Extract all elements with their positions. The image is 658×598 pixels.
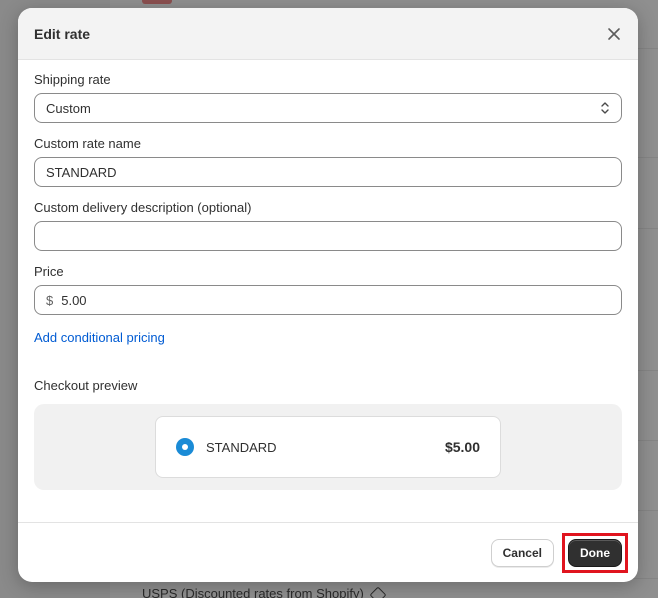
custom-rate-name-value: STANDARD	[46, 164, 117, 180]
done-button[interactable]: Done	[568, 538, 622, 567]
preview-option-price: $5.00	[444, 439, 480, 455]
price-input[interactable]: $ 5.00	[34, 285, 622, 315]
price-value: 5.00	[61, 292, 87, 308]
custom-delivery-description-label: Custom delivery description (optional)	[34, 200, 252, 215]
add-conditional-pricing-link[interactable]: Add conditional pricing	[34, 330, 165, 345]
modal-header: Edit rate	[18, 8, 638, 60]
cancel-button[interactable]: Cancel	[490, 538, 554, 567]
shipping-rate-value: Custom	[46, 100, 91, 116]
shipping-rate-label: Shipping rate	[34, 72, 111, 87]
modal-title: Edit rate	[34, 25, 91, 42]
currency-prefix: $	[46, 292, 54, 308]
custom-rate-name-field: Custom rate name STANDARD	[34, 136, 622, 187]
shipping-rate-field: Shipping rate Custom	[34, 72, 622, 123]
checkout-preview-area: STANDARD $5.00	[34, 404, 622, 490]
close-icon	[608, 27, 620, 40]
background-rate-text: USPS (Discounted rates from Shopify)	[142, 586, 364, 598]
modal-body: Shipping rate Custom Custom rate name ST…	[18, 60, 638, 490]
custom-delivery-description-input[interactable]	[34, 221, 622, 251]
custom-rate-name-input[interactable]: STANDARD	[34, 157, 622, 187]
done-button-highlight: Done	[562, 532, 628, 573]
checkout-preview-card: STANDARD $5.00	[155, 416, 501, 478]
preview-option-name: STANDARD	[206, 439, 277, 455]
shipping-rate-select[interactable]: Custom	[34, 93, 622, 123]
custom-rate-name-label: Custom rate name	[34, 136, 141, 151]
close-button[interactable]	[600, 20, 628, 48]
radio-dot	[182, 444, 188, 450]
modal-footer: Cancel Done	[18, 522, 638, 582]
price-label: Price	[34, 264, 64, 279]
background-status-chip	[142, 0, 172, 4]
selected-radio-icon	[176, 438, 194, 456]
edit-rate-modal: Edit rate Shipping rate Custom Custom ra…	[18, 8, 638, 582]
custom-delivery-description-field: Custom delivery description (optional)	[34, 200, 622, 251]
background-rate-row: USPS (Discounted rates from Shopify)	[142, 586, 387, 598]
checkout-preview-label: Checkout preview	[34, 378, 138, 393]
price-field: Price $ 5.00	[34, 264, 622, 315]
info-icon	[369, 586, 387, 598]
select-chevron-icon	[601, 102, 609, 114]
